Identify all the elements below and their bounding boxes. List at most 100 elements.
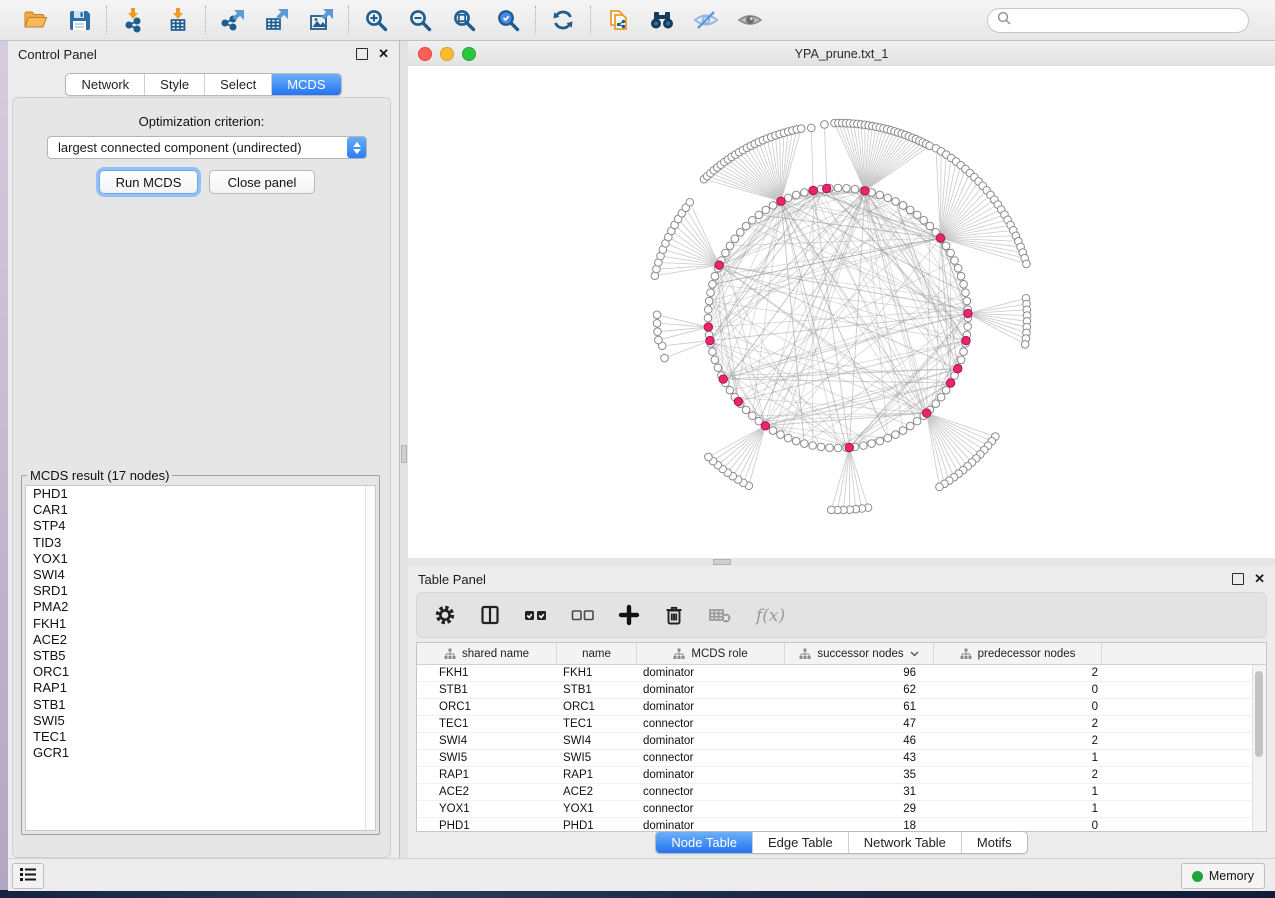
column-header-predecessor-nodes[interactable]: predecessor nodes xyxy=(934,643,1102,664)
cell-shared-name: YOX1 xyxy=(417,801,557,817)
result-list-item[interactable]: RAP1 xyxy=(26,680,375,696)
zoom-selected-icon[interactable] xyxy=(494,7,522,33)
horizontal-splitter[interactable] xyxy=(408,558,1275,566)
table-row[interactable]: SWI4SWI4dominator462 xyxy=(417,733,1266,750)
export-table-icon[interactable] xyxy=(263,7,291,33)
mcds-result-list[interactable]: PHD1CAR1STP4TID3YOX1SWI4SRD1PMA2FKH1ACE2… xyxy=(25,485,376,831)
result-list-item[interactable]: SWI4 xyxy=(26,567,375,583)
result-list-item[interactable]: CAR1 xyxy=(26,502,375,518)
cell-predecessor-nodes: 0 xyxy=(934,818,1102,832)
cell-successor-nodes: 35 xyxy=(785,767,934,783)
cell-name: ORC1 xyxy=(557,699,637,715)
close-panel-icon[interactable]: ✕ xyxy=(378,49,389,59)
cell-MCDS-role: dominator xyxy=(637,682,785,698)
memory-button[interactable]: Memory xyxy=(1181,863,1265,889)
result-list-item[interactable]: PHD1 xyxy=(26,486,375,502)
cell-successor-nodes: 62 xyxy=(785,682,934,698)
table-toolbar: f(x) xyxy=(416,592,1267,638)
result-list-item[interactable]: ACE2 xyxy=(26,632,375,648)
table-row[interactable]: ORC1ORC1dominator610 xyxy=(417,699,1266,716)
add-icon[interactable] xyxy=(617,603,641,627)
result-list-item[interactable]: STP4 xyxy=(26,518,375,534)
desktop-wallpaper-left xyxy=(0,41,8,890)
eye-icon[interactable] xyxy=(736,7,764,33)
table-scrollbar[interactable] xyxy=(1252,665,1266,831)
table-scrollbar-thumb[interactable] xyxy=(1255,671,1263,757)
deselect-all-icon[interactable] xyxy=(570,603,596,627)
tab-network[interactable]: Network xyxy=(66,74,144,95)
table-row[interactable]: PHD1PHD1dominator180 xyxy=(417,818,1266,832)
result-list-scrollbar[interactable] xyxy=(365,486,375,830)
table-header-row: shared namenameMCDS rolesuccessor nodesp… xyxy=(417,643,1266,665)
result-list-item[interactable]: SWI5 xyxy=(26,713,375,729)
cell-successor-nodes: 31 xyxy=(785,784,934,800)
result-list-item[interactable]: FKH1 xyxy=(26,616,375,632)
search-box[interactable] xyxy=(987,8,1249,33)
result-list-item[interactable]: STB5 xyxy=(26,648,375,664)
binoculars-icon[interactable] xyxy=(648,7,676,33)
zoom-fit-icon[interactable] xyxy=(450,7,478,33)
result-list-item[interactable]: TEC1 xyxy=(26,729,375,745)
import-network-icon[interactable] xyxy=(120,7,148,33)
control-panel: Control Panel ✕ NetworkStyleSelectMCDS O… xyxy=(8,41,400,862)
clone-network-icon[interactable] xyxy=(604,7,632,33)
dropdown-stepper-icon xyxy=(347,137,366,158)
float-table-panel-icon[interactable] xyxy=(1232,573,1244,585)
table-row[interactable]: FKH1FKH1dominator962 xyxy=(417,665,1266,682)
table-tab-network-table[interactable]: Network Table xyxy=(848,832,961,853)
select-all-icon[interactable] xyxy=(523,603,549,627)
close-panel-button[interactable]: Close panel xyxy=(209,170,315,194)
panel-menu-button[interactable] xyxy=(12,863,44,889)
cell-shared-name: FKH1 xyxy=(417,665,557,681)
save-icon[interactable] xyxy=(65,7,93,33)
cell-name: RAP1 xyxy=(557,767,637,783)
cell-successor-nodes: 18 xyxy=(785,818,934,832)
eye-slash-icon[interactable] xyxy=(692,7,720,33)
result-list-item[interactable]: GCR1 xyxy=(26,745,375,761)
gear-icon[interactable] xyxy=(433,603,457,627)
table-tab-edge-table[interactable]: Edge Table xyxy=(752,832,848,853)
result-list-item[interactable]: ORC1 xyxy=(26,664,375,680)
network-canvas[interactable] xyxy=(408,66,1275,558)
result-list-item[interactable]: STB1 xyxy=(26,697,375,713)
horizontal-splitter-handle[interactable] xyxy=(713,559,731,565)
cell-MCDS-role: dominator xyxy=(637,767,785,783)
export-network-icon[interactable] xyxy=(219,7,247,33)
close-table-panel-icon[interactable]: ✕ xyxy=(1254,574,1265,584)
float-panel-icon[interactable] xyxy=(356,48,368,60)
table-row[interactable]: YOX1YOX1connector291 xyxy=(417,801,1266,818)
import-table-icon[interactable] xyxy=(164,7,192,33)
delete-icon[interactable] xyxy=(662,603,686,627)
tab-mcds[interactable]: MCDS xyxy=(271,74,340,95)
result-list-item[interactable]: YOX1 xyxy=(26,551,375,567)
table-row[interactable]: ACE2ACE2connector311 xyxy=(417,784,1266,801)
table-row[interactable]: SWI5SWI5connector431 xyxy=(417,750,1266,767)
zoom-in-icon[interactable] xyxy=(362,7,390,33)
columns-icon[interactable] xyxy=(478,603,502,627)
table-row[interactable]: RAP1RAP1dominator352 xyxy=(417,767,1266,784)
column-header-successor-nodes[interactable]: successor nodes xyxy=(785,643,934,664)
run-mcds-button[interactable]: Run MCDS xyxy=(99,170,198,194)
search-input[interactable] xyxy=(1017,12,1239,28)
result-list-item[interactable]: PMA2 xyxy=(26,599,375,615)
column-header-MCDS-role[interactable]: MCDS role xyxy=(637,643,785,664)
refresh-icon[interactable] xyxy=(549,7,577,33)
open-folder-icon[interactable] xyxy=(21,7,49,33)
optimization-criterion-dropdown[interactable]: largest connected component (undirected) xyxy=(47,136,367,159)
table-row[interactable]: TEC1TEC1connector472 xyxy=(417,716,1266,733)
vertical-splitter-handle[interactable] xyxy=(401,445,407,463)
tab-style[interactable]: Style xyxy=(144,74,204,95)
column-header-name[interactable]: name xyxy=(557,643,637,664)
table-tab-motifs[interactable]: Motifs xyxy=(961,832,1027,853)
export-image-icon[interactable] xyxy=(307,7,335,33)
delete-table-icon xyxy=(707,603,733,627)
optimization-criterion-label: Optimization criterion: xyxy=(13,114,390,129)
zoom-out-icon[interactable] xyxy=(406,7,434,33)
tab-select[interactable]: Select xyxy=(204,74,271,95)
table-tab-node-table[interactable]: Node Table xyxy=(656,832,752,853)
result-list-item[interactable]: TID3 xyxy=(26,535,375,551)
column-header-shared-name[interactable]: shared name xyxy=(417,643,557,664)
result-list-item[interactable]: SRD1 xyxy=(26,583,375,599)
table-row[interactable]: STB1STB1dominator620 xyxy=(417,682,1266,699)
list-icon xyxy=(19,866,37,887)
